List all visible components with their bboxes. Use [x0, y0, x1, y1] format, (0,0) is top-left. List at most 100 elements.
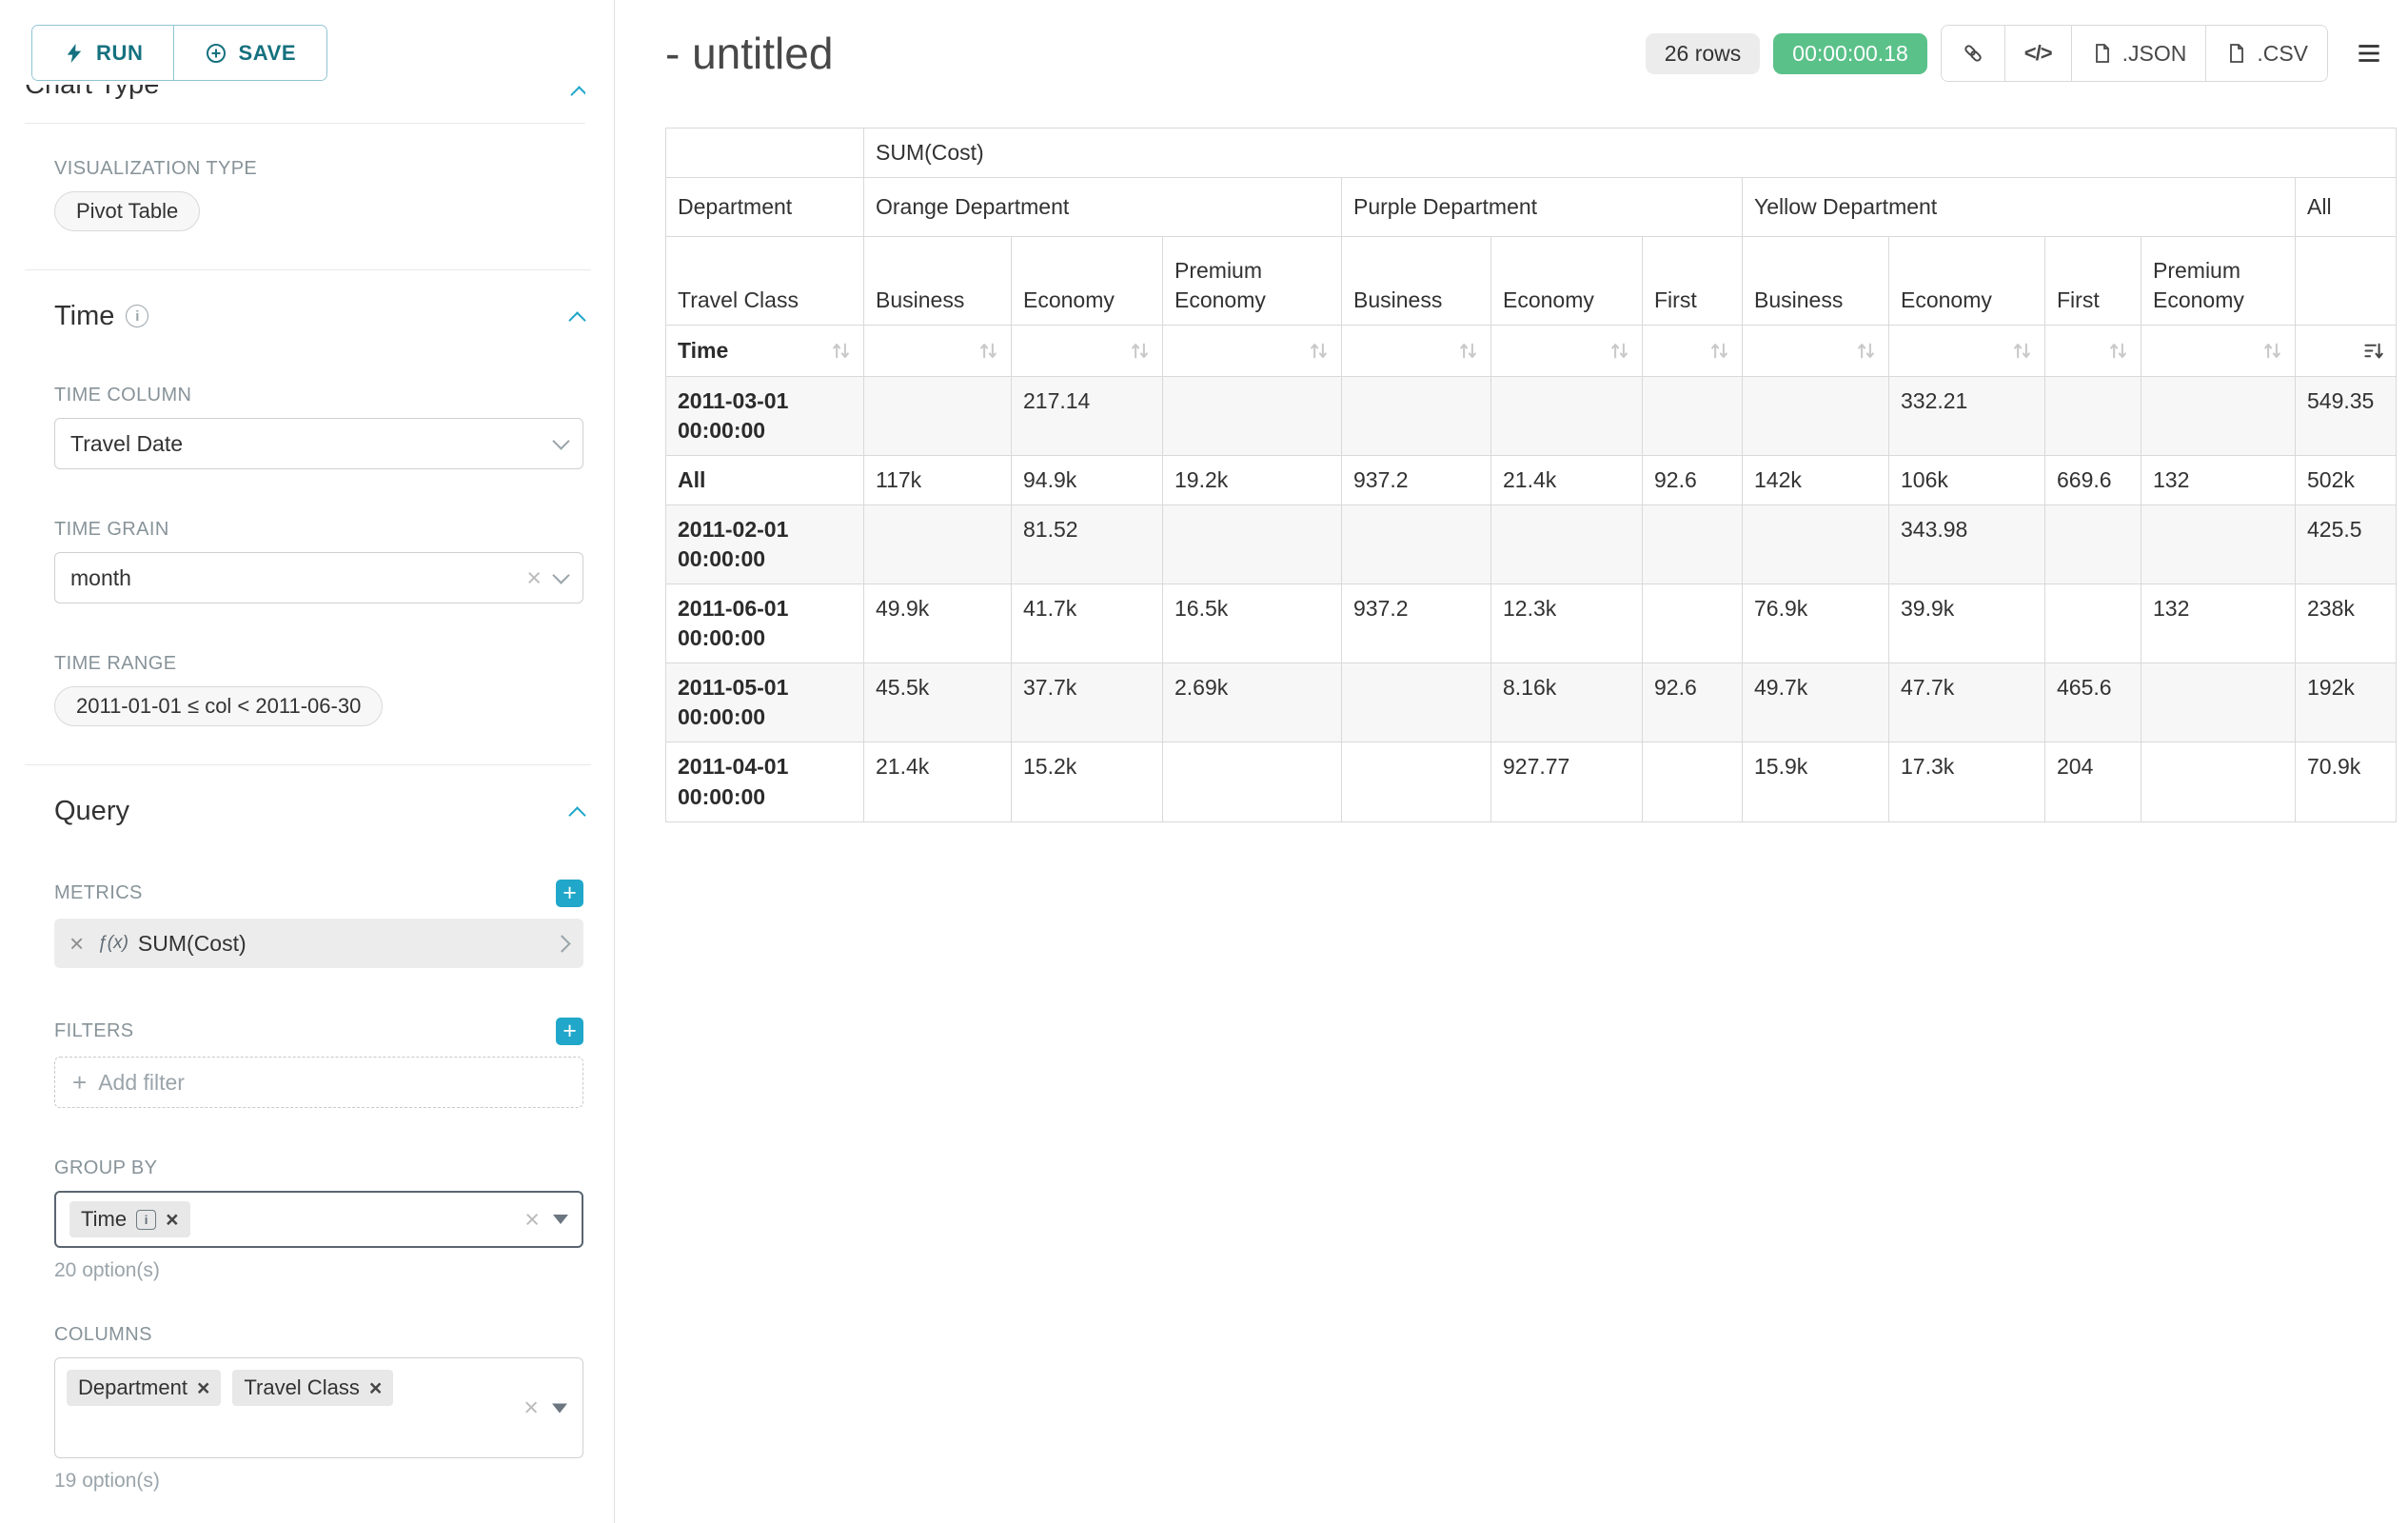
department-header: Purple Department — [1342, 178, 1743, 237]
info-icon[interactable]: i — [136, 1210, 156, 1230]
time-column-select[interactable]: Travel Date — [54, 418, 583, 469]
table-row: 2011-02-01 00:00:0081.52343.98425.5 — [666, 505, 2397, 584]
sort-icon[interactable] — [2011, 340, 2033, 362]
time-range-value[interactable]: 2011-01-01 ≤ col < 2011-06-30 — [54, 686, 383, 726]
sort-header[interactable] — [1743, 326, 1889, 377]
chevron-right-icon[interactable] — [553, 935, 570, 952]
cell — [2045, 505, 2142, 584]
chevron-up-icon[interactable] — [568, 311, 585, 328]
cell: 21.4k — [864, 742, 1012, 821]
add-filter-field[interactable]: + Add filter — [54, 1057, 583, 1108]
clear-icon[interactable]: × — [523, 1395, 539, 1421]
department-header: Orange Department — [864, 178, 1342, 237]
query-section-title: Query — [54, 796, 129, 827]
remove-icon[interactable]: × — [197, 1377, 209, 1399]
groupby-select[interactable]: Time i × × — [54, 1191, 583, 1248]
sort-icon[interactable] — [1457, 340, 1479, 362]
cell — [2045, 377, 2142, 456]
save-button[interactable]: SAVE — [173, 26, 326, 80]
sort-header[interactable] — [1643, 326, 1743, 377]
sort-icon[interactable] — [2261, 340, 2283, 362]
sort-header[interactable] — [1163, 326, 1342, 377]
sort-icon[interactable] — [830, 340, 852, 362]
remove-icon[interactable]: × — [369, 1377, 382, 1399]
time-column-value: Travel Date — [70, 431, 183, 457]
divider — [25, 123, 585, 124]
cell — [2142, 663, 2296, 742]
time-section-header[interactable]: Time i — [54, 297, 583, 335]
row-label: 2011-06-01 00:00:00 — [666, 584, 864, 663]
columns-select[interactable]: Department × Travel Class × × — [54, 1357, 583, 1458]
cell: 17.3k — [1889, 742, 2045, 821]
cell: 332.21 — [1889, 377, 2045, 456]
cell: 238k — [2296, 584, 2397, 663]
travel-class-header: Premium Economy — [1163, 237, 1342, 326]
groupby-pill[interactable]: Time i × — [69, 1201, 190, 1237]
row-label: 2011-04-01 00:00:00 — [666, 742, 864, 821]
chart-title[interactable]: - untitled — [665, 28, 833, 79]
lightning-icon — [63, 42, 86, 65]
sort-header[interactable] — [2045, 326, 2142, 377]
visualization-type-value[interactable]: Pivot Table — [54, 191, 200, 231]
cell: 132 — [2142, 584, 2296, 663]
filters-label: FILTERS — [54, 1020, 134, 1042]
clear-icon[interactable]: × — [524, 1207, 540, 1233]
metrics-label: METRICS — [54, 882, 143, 904]
sort-header[interactable] — [1342, 326, 1491, 377]
export-csv-button[interactable]: .CSV — [2205, 26, 2327, 81]
chevron-up-icon[interactable] — [570, 86, 585, 103]
code-icon: </> — [2024, 41, 2052, 66]
add-metric-button[interactable]: + — [556, 880, 583, 907]
sort-icon[interactable] — [1609, 340, 1630, 362]
visualization-type-label: VISUALIZATION TYPE — [54, 158, 583, 180]
query-section-header[interactable]: Query — [54, 792, 583, 830]
department-header: Yellow Department — [1743, 178, 2296, 237]
sort-icon[interactable] — [1855, 340, 1877, 362]
remove-icon[interactable]: × — [166, 1209, 178, 1231]
columns-pill[interactable]: Department × — [67, 1370, 221, 1406]
cell: 425.5 — [2296, 505, 2397, 584]
clear-icon[interactable]: × — [526, 565, 542, 591]
sort-icon[interactable] — [1308, 340, 1330, 362]
sort-header[interactable] — [2296, 326, 2397, 377]
groupby-label: GROUP BY — [54, 1157, 583, 1179]
travel-class-header: Business — [1342, 237, 1491, 326]
query-timer-badge: 00:00:00.18 — [1773, 33, 1927, 74]
department-header: All — [2296, 178, 2397, 237]
chart-menu-button[interactable] — [2341, 26, 2397, 81]
cell — [1491, 505, 1643, 584]
embed-code-button[interactable]: </> — [2004, 26, 2071, 81]
sort-header[interactable] — [1012, 326, 1163, 377]
sort-icon[interactable] — [1129, 340, 1151, 362]
info-icon[interactable]: i — [126, 305, 148, 327]
sort-icon[interactable] — [2107, 340, 2129, 362]
export-json-button[interactable]: .JSON — [2071, 26, 2206, 81]
sort-header[interactable] — [1491, 326, 1643, 377]
cell: 8.16k — [1491, 663, 1643, 742]
copy-link-button[interactable] — [1942, 26, 2004, 81]
cell: 41.7k — [1012, 584, 1163, 663]
remove-icon[interactable]: × — [69, 929, 84, 959]
sort-desc-icon[interactable] — [2362, 340, 2384, 362]
sort-header[interactable] — [864, 326, 1012, 377]
time-grain-select[interactable]: month × — [54, 552, 583, 603]
cell — [864, 377, 1012, 456]
columns-pill[interactable]: Travel Class × — [232, 1370, 393, 1406]
plus-icon: + — [72, 1068, 87, 1098]
cell: 37.7k — [1012, 663, 1163, 742]
add-filter-button[interactable]: + — [556, 1018, 583, 1045]
sort-icon[interactable] — [977, 340, 999, 362]
sort-header[interactable] — [1889, 326, 2045, 377]
cell — [1342, 663, 1491, 742]
cell: 343.98 — [1889, 505, 2045, 584]
run-button[interactable]: RUN — [32, 26, 173, 80]
cell — [2142, 505, 2296, 584]
sort-header[interactable] — [2142, 326, 2296, 377]
cell — [1643, 377, 1743, 456]
cell: 142k — [1743, 456, 1889, 505]
metric-item[interactable]: × ƒ(x) SUM(Cost) — [54, 919, 583, 968]
groupby-options-hint: 20 option(s) — [54, 1259, 583, 1282]
chevron-up-icon[interactable] — [568, 806, 585, 823]
sort-icon[interactable] — [1708, 340, 1730, 362]
time-sort-header[interactable]: Time — [666, 326, 864, 377]
